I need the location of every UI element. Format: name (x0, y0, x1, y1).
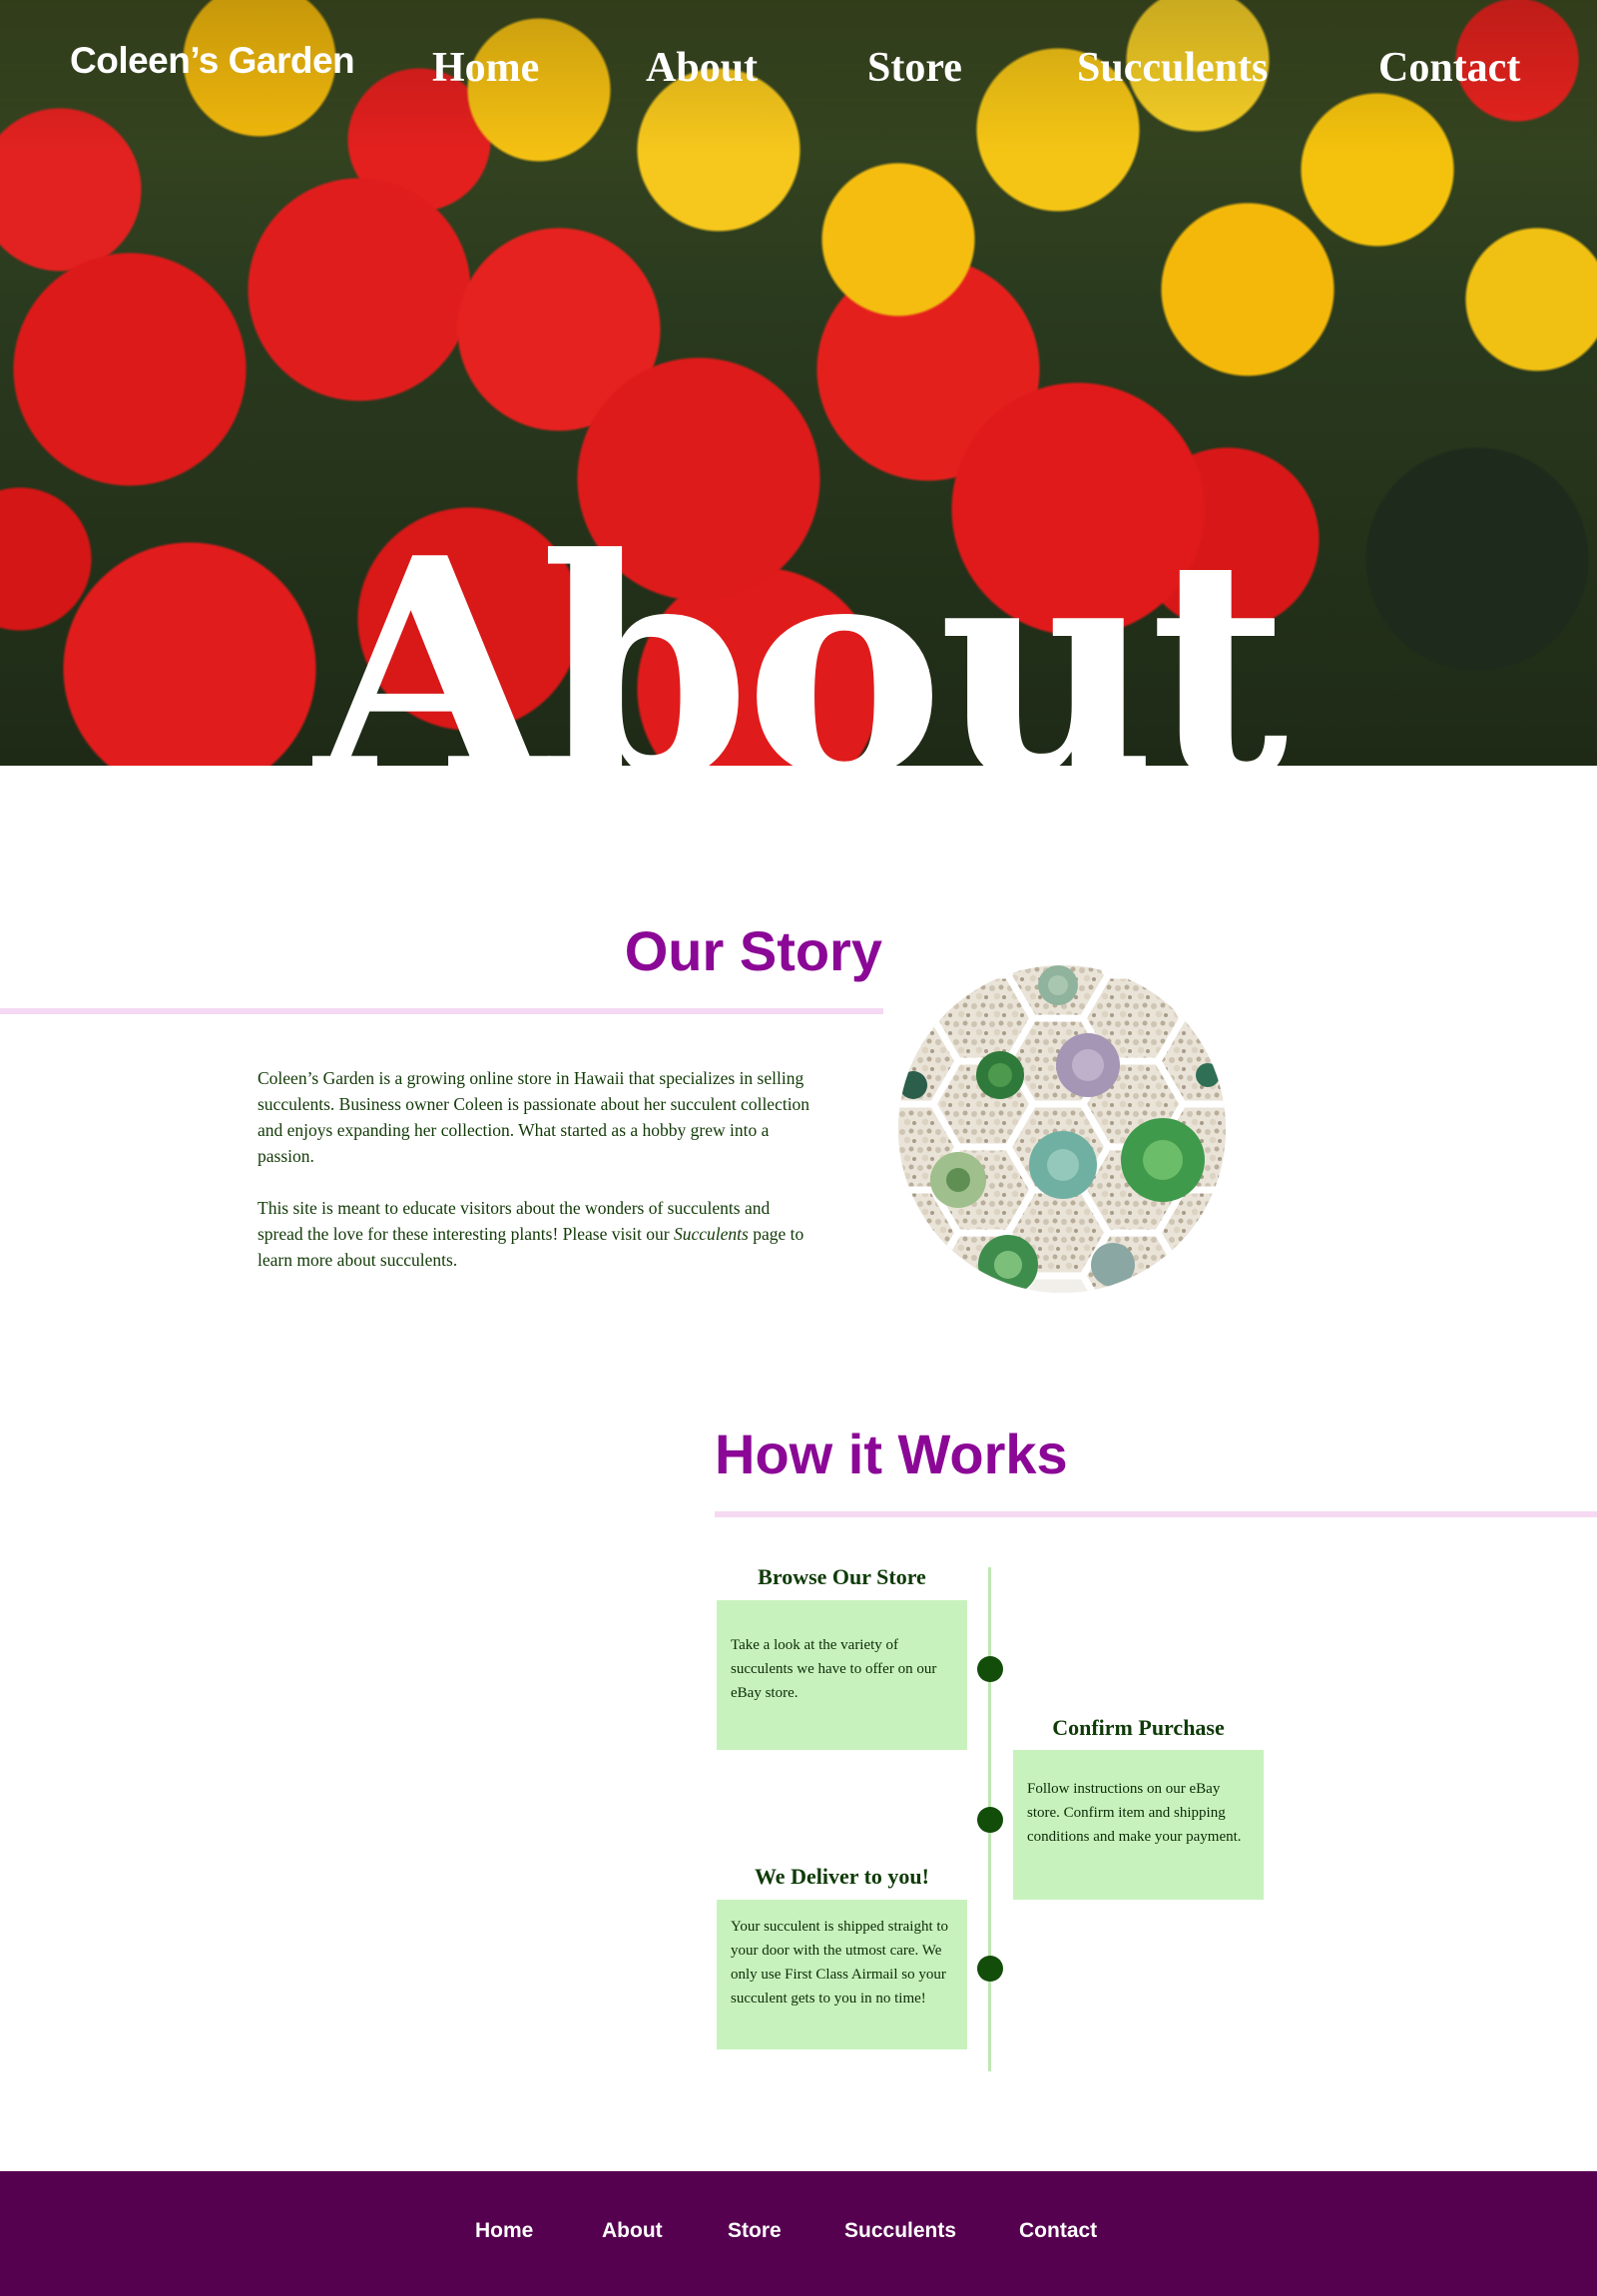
nav-succulents-link[interactable]: Succulents (1077, 44, 1268, 92)
footer-store-link[interactable]: Store (728, 2219, 782, 2243)
nav-contact-link[interactable]: Contact (1378, 44, 1520, 92)
our-story-heading: Our Story (624, 919, 882, 982)
step-title: Browse Our Store (758, 1564, 926, 1589)
footer-about-link[interactable]: About (602, 2219, 663, 2243)
footer-contact-link[interactable]: Contact (1019, 2219, 1097, 2243)
timeline-dot (977, 1807, 1003, 1833)
nav-store-link[interactable]: Store (867, 44, 962, 92)
step-description: Your succulent is shipped straight to yo… (717, 1900, 967, 2049)
succulents-page-link[interactable]: Succulents (674, 1224, 749, 1244)
hero-title: About (314, 492, 1288, 767)
footer: Home About Store Succulents Contact (0, 2171, 1597, 2296)
footer-home-link[interactable]: Home (475, 2219, 533, 2243)
timeline-dot (977, 1956, 1003, 1982)
step-title: Confirm Purchase (1052, 1715, 1225, 1740)
step-description: Take a look at the variety of succulents… (717, 1600, 967, 1750)
how-it-works-heading: How it Works (715, 1423, 1068, 1485)
step-title: We Deliver to you! (755, 1864, 929, 1889)
step-description: Follow instructions on our eBay store. C… (1013, 1750, 1264, 1900)
hero-banner: Coleen’s Garden Home About Store Succule… (0, 0, 1597, 766)
succulent-hexagon-photo (898, 965, 1226, 1293)
story-paragraph-1: Coleen’s Garden is a growing online stor… (258, 1068, 810, 1166)
footer-succulents-link[interactable]: Succulents (844, 2219, 956, 2243)
story-paragraph-2: This site is meant to educate visitors a… (258, 1198, 804, 1270)
top-nav: Home About Store Succulents Contact (0, 44, 1597, 104)
how-it-works-divider (715, 1511, 1597, 1517)
nav-about-link[interactable]: About (646, 44, 758, 92)
our-story-text: Coleen’s Garden is a growing online stor… (258, 1065, 816, 1273)
nav-home-link[interactable]: Home (432, 44, 539, 92)
our-story-divider (0, 1008, 883, 1014)
timeline-dot (977, 1656, 1003, 1682)
